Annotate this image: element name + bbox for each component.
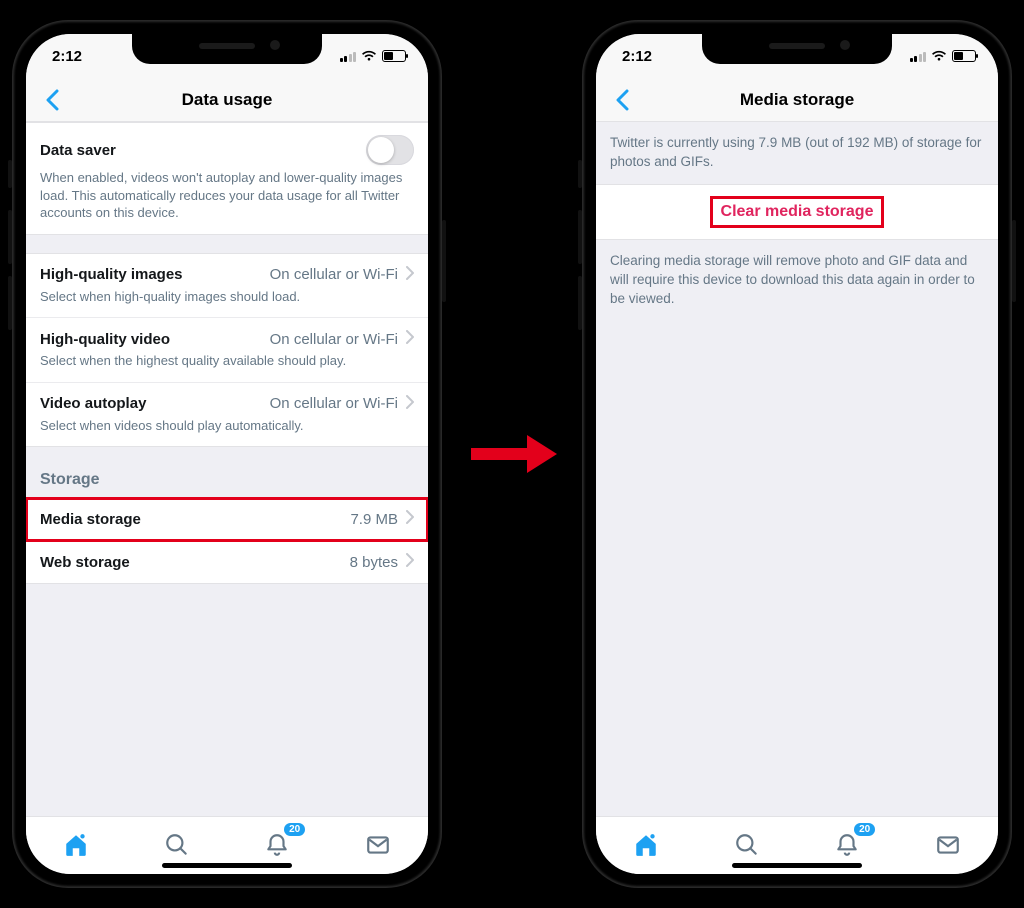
nav-bar: Data usage <box>26 78 428 122</box>
hq-video-label: High-quality video <box>40 331 170 348</box>
notifications-badge: 20 <box>854 823 875 836</box>
media-storage-value: 7.9 MB <box>350 511 398 528</box>
notch <box>132 34 322 64</box>
chevron-right-icon <box>406 510 414 528</box>
hq-images-value: On cellular or Wi-Fi <box>270 266 398 283</box>
arrow-right-icon <box>452 429 572 479</box>
wifi-icon <box>361 50 377 62</box>
status-time: 2:12 <box>52 48 82 65</box>
tab-notifications[interactable]: 20 <box>827 825 867 865</box>
chevron-right-icon <box>406 330 414 348</box>
status-time: 2:12 <box>622 48 652 65</box>
chevron-right-icon <box>406 395 414 413</box>
cellular-signal-icon <box>340 51 357 62</box>
home-indicator <box>162 863 292 868</box>
tab-notifications[interactable]: 20 <box>257 825 297 865</box>
tab-messages[interactable] <box>928 825 968 865</box>
video-autoplay-desc: Select when videos should play automatic… <box>40 417 414 435</box>
tab-home[interactable] <box>56 825 96 865</box>
chevron-right-icon <box>406 553 414 571</box>
data-saver-toggle[interactable] <box>366 135 414 165</box>
data-saver-desc: When enabled, videos won't autoplay and … <box>40 169 414 222</box>
nav-bar: Media storage <box>596 78 998 122</box>
video-autoplay-row[interactable]: Video autoplay On cellular or Wi-Fi Sele… <box>26 383 428 447</box>
page-title: Data usage <box>182 90 273 110</box>
tab-home[interactable] <box>626 825 666 865</box>
phone-frame-left: 2:12 Data usage <box>12 20 442 888</box>
battery-icon <box>952 50 976 62</box>
hq-images-label: High-quality images <box>40 266 183 283</box>
phone-frame-right: 2:12 Media storage Twitter is currently … <box>582 20 1012 888</box>
hq-images-desc: Select when high-quality images should l… <box>40 288 414 306</box>
clear-media-storage-button[interactable]: Clear media storage <box>596 184 998 240</box>
clear-media-storage-label: Clear media storage <box>713 199 882 225</box>
battery-icon <box>382 50 406 62</box>
cellular-signal-icon <box>910 51 927 62</box>
hq-images-row[interactable]: High-quality images On cellular or Wi-Fi… <box>26 254 428 319</box>
video-autoplay-label: Video autoplay <box>40 395 146 412</box>
hq-video-row[interactable]: High-quality video On cellular or Wi-Fi … <box>26 318 428 383</box>
web-storage-value: 8 bytes <box>350 554 398 571</box>
video-autoplay-value: On cellular or Wi-Fi <box>270 395 398 412</box>
data-saver-row[interactable]: Data saver When enabled, videos won't au… <box>26 123 428 234</box>
web-storage-label: Web storage <box>40 554 130 571</box>
tab-messages[interactable] <box>358 825 398 865</box>
hq-video-desc: Select when the highest quality availabl… <box>40 352 414 370</box>
data-saver-label: Data saver <box>40 142 116 159</box>
page-title: Media storage <box>740 90 854 110</box>
hq-video-value: On cellular or Wi-Fi <box>270 331 398 348</box>
back-button[interactable] <box>604 78 640 121</box>
web-storage-row[interactable]: Web storage 8 bytes <box>26 541 428 583</box>
media-storage-row[interactable]: Media storage 7.9 MB <box>26 498 428 541</box>
tab-search[interactable] <box>157 825 197 865</box>
media-storage-label: Media storage <box>40 511 141 528</box>
storage-section-header: Storage <box>26 447 428 497</box>
tab-search[interactable] <box>727 825 767 865</box>
notch <box>702 34 892 64</box>
chevron-right-icon <box>406 266 414 284</box>
wifi-icon <box>931 50 947 62</box>
media-storage-info: Twitter is currently using 7.9 MB (out o… <box>596 122 998 184</box>
notifications-badge: 20 <box>284 823 305 836</box>
home-indicator <box>732 863 862 868</box>
back-button[interactable] <box>34 78 70 121</box>
media-storage-warning: Clearing media storage will remove photo… <box>596 240 998 321</box>
